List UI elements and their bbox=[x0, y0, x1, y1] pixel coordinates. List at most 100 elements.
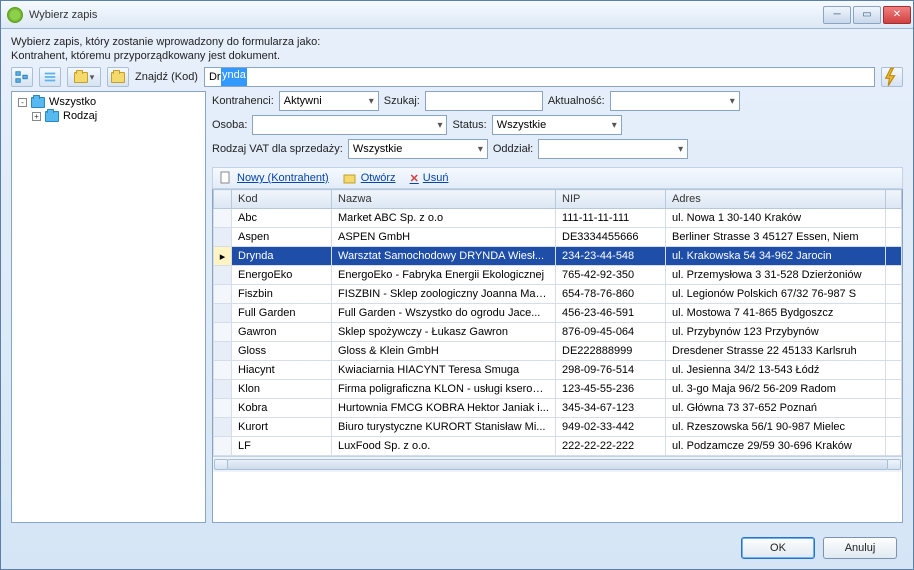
table-row[interactable]: AbcMarket ABC Sp. z o.o111-11-11-111ul. … bbox=[214, 209, 902, 228]
table-row[interactable]: AspenASPEN GmbHDE3334455666Berliner Stra… bbox=[214, 228, 902, 247]
cell-nazwa: ASPEN GmbH bbox=[332, 228, 556, 247]
table-row[interactable]: Full GardenFull Garden - Wszystko do ogr… bbox=[214, 304, 902, 323]
cell-kod: EnergoEko bbox=[232, 266, 332, 285]
aktualnosc-select[interactable] bbox=[610, 91, 740, 111]
view-tree-button[interactable] bbox=[11, 67, 33, 87]
cell-kod: Klon bbox=[232, 380, 332, 399]
cell-nip: 345-34-67-123 bbox=[556, 399, 666, 418]
table-row[interactable]: HiacyntKwiaciarnia HIACYNT Teresa Smuga2… bbox=[214, 361, 902, 380]
cell-nip: 765-42-92-350 bbox=[556, 266, 666, 285]
table-row[interactable]: KurortBiuro turystyczne KURORT Stanisław… bbox=[214, 418, 902, 437]
cell-kod: Abc bbox=[232, 209, 332, 228]
folder-icon bbox=[31, 97, 45, 108]
row-indicator bbox=[214, 266, 232, 285]
cell-nip: 876-09-45-064 bbox=[556, 323, 666, 342]
maximize-button[interactable]: ▭ bbox=[853, 6, 881, 24]
table-row[interactable]: KobraHurtownia FMCG KOBRA Hektor Janiak … bbox=[214, 399, 902, 418]
oddzial-label: Oddział: bbox=[493, 143, 533, 155]
cell-kod: Kobra bbox=[232, 399, 332, 418]
col-kod[interactable]: Kod bbox=[232, 190, 332, 209]
cell-pad bbox=[886, 266, 902, 285]
window-title: Wybierz zapis bbox=[29, 9, 823, 21]
row-indicator: ▸ bbox=[214, 247, 232, 266]
filter-panel: Kontrahenci: Aktywni Szukaj: Aktualność:… bbox=[212, 91, 903, 167]
table-row[interactable]: ▸DryndaWarsztat Samochodowy DRYNDA Wiesł… bbox=[214, 247, 902, 266]
table-row[interactable]: GawronSklep spożywczy - Łukasz Gawron876… bbox=[214, 323, 902, 342]
tree-root[interactable]: - Wszystko bbox=[16, 95, 201, 109]
search-selection: ynda bbox=[221, 68, 247, 86]
delete-icon: ✕ bbox=[410, 172, 419, 185]
row-indicator bbox=[214, 380, 232, 399]
cell-nip: 654-78-76-860 bbox=[556, 285, 666, 304]
cell-nazwa: LuxFood Sp. z o.o. bbox=[332, 437, 556, 456]
cell-nip: 234-23-44-548 bbox=[556, 247, 666, 266]
row-indicator bbox=[214, 361, 232, 380]
row-indicator bbox=[214, 437, 232, 456]
folder-dropdown[interactable]: ▾ bbox=[67, 67, 101, 87]
open-link[interactable]: Otwórz bbox=[343, 171, 396, 185]
close-button[interactable]: ✕ bbox=[883, 6, 911, 24]
aktualnosc-label: Aktualność: bbox=[548, 95, 605, 107]
vat-select[interactable]: Wszystkie bbox=[348, 139, 488, 159]
status-select[interactable]: Wszystkie bbox=[492, 115, 622, 135]
cell-nip: 123-45-55-236 bbox=[556, 380, 666, 399]
cell-pad bbox=[886, 228, 902, 247]
cell-pad bbox=[886, 380, 902, 399]
table-row[interactable]: FiszbinFISZBIN - Sklep zoologiczny Joann… bbox=[214, 285, 902, 304]
osoba-select[interactable] bbox=[252, 115, 447, 135]
cell-kod: Kurort bbox=[232, 418, 332, 437]
collapse-icon[interactable]: - bbox=[18, 98, 27, 107]
expand-icon[interactable]: + bbox=[32, 112, 41, 121]
lightning-button[interactable] bbox=[881, 67, 903, 87]
action-bar: Nowy (Kontrahent) Otwórz ✕Usuń bbox=[212, 167, 903, 189]
cell-adres: ul. Rzeszowska 56/1 90-987 Mielec bbox=[666, 418, 886, 437]
col-adres[interactable]: Adres bbox=[666, 190, 886, 209]
search-input[interactable] bbox=[204, 67, 875, 87]
dialog-window: Wybierz zapis ─ ▭ ✕ Wybierz zapis, który… bbox=[0, 0, 914, 570]
delete-link[interactable]: ✕Usuń bbox=[410, 172, 449, 185]
table-row[interactable]: EnergoEkoEnergoEko - Fabryka Energii Eko… bbox=[214, 266, 902, 285]
view-list-button[interactable] bbox=[39, 67, 61, 87]
kontrahenci-select[interactable]: Aktywni bbox=[279, 91, 379, 111]
horizontal-scrollbar[interactable] bbox=[213, 456, 902, 472]
cell-pad bbox=[886, 304, 902, 323]
scroll-thumb[interactable] bbox=[227, 459, 888, 470]
osoba-label: Osoba: bbox=[212, 119, 247, 131]
col-nazwa[interactable]: Nazwa bbox=[332, 190, 556, 209]
cell-pad bbox=[886, 361, 902, 380]
new-link[interactable]: Nowy (Kontrahent) bbox=[219, 171, 329, 185]
oddzial-select[interactable] bbox=[538, 139, 688, 159]
cell-kod: LF bbox=[232, 437, 332, 456]
table-row[interactable]: KlonFirma poligraficzna KLON - usługi ks… bbox=[214, 380, 902, 399]
cell-nip: 111-11-11-111 bbox=[556, 209, 666, 228]
szukaj-input[interactable] bbox=[425, 91, 543, 111]
search-input-wrap: ynda bbox=[204, 67, 875, 87]
ok-button[interactable]: OK bbox=[741, 537, 815, 559]
row-indicator bbox=[214, 304, 232, 323]
info-text: Wybierz zapis, który zostanie wprowadzon… bbox=[1, 29, 913, 67]
new-folder-button[interactable] bbox=[107, 67, 129, 87]
cell-kod: Aspen bbox=[232, 228, 332, 247]
cell-pad bbox=[886, 323, 902, 342]
col-nip[interactable]: NIP bbox=[556, 190, 666, 209]
cell-nazwa: Warsztat Samochodowy DRYNDA Wiesł... bbox=[332, 247, 556, 266]
search-label: Znajdź (Kod) bbox=[135, 71, 198, 83]
cancel-button[interactable]: Anuluj bbox=[823, 537, 897, 559]
row-indicator bbox=[214, 342, 232, 361]
table-row[interactable]: GlossGloss & Klein GmbHDE222888999Dresde… bbox=[214, 342, 902, 361]
row-indicator bbox=[214, 323, 232, 342]
cell-nazwa: Sklep spożywczy - Łukasz Gawron bbox=[332, 323, 556, 342]
minimize-button[interactable]: ─ bbox=[823, 6, 851, 24]
vat-label: Rodzaj VAT dla sprzedaży: bbox=[212, 143, 343, 155]
cell-adres: ul. Podzamcze 29/59 30-696 Kraków bbox=[666, 437, 886, 456]
cell-adres: ul. Główna 73 37-652 Poznań bbox=[666, 399, 886, 418]
cell-nazwa: Market ABC Sp. z o.o bbox=[332, 209, 556, 228]
app-icon bbox=[7, 7, 23, 23]
cell-adres: ul. Legionów Polskich 67/32 76-987 S bbox=[666, 285, 886, 304]
tree-child[interactable]: + Rodzaj bbox=[16, 109, 201, 123]
cell-pad bbox=[886, 418, 902, 437]
tree-child-label: Rodzaj bbox=[63, 110, 97, 122]
tree-root-label: Wszystko bbox=[49, 96, 96, 108]
table-row[interactable]: LFLuxFood Sp. z o.o.222-22-22-222ul. Pod… bbox=[214, 437, 902, 456]
cell-nazwa: Full Garden - Wszystko do ogrodu Jace... bbox=[332, 304, 556, 323]
